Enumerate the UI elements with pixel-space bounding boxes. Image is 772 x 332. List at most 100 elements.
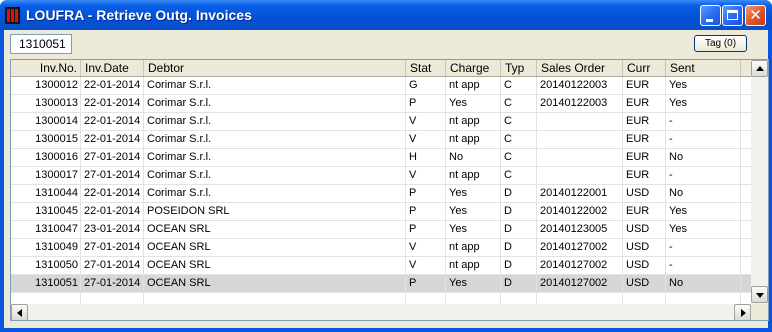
- minimize-button[interactable]: [700, 5, 721, 26]
- table-row[interactable]: 1310050 27-01-2014 OCEAN SRL Vnt app D 201401…: [11, 257, 751, 275]
- cell-charge: No: [446, 149, 501, 166]
- arrow-up-icon: [756, 66, 764, 71]
- cell-debtor: Corimar S.r.l.: [144, 77, 406, 94]
- table-row[interactable]: 1310044 22-01-2014 Corimar S.r.l. P Yes D 2014…: [11, 185, 751, 203]
- cell-debtor: OCEAN SRL: [144, 221, 406, 238]
- scroll-left-button[interactable]: [11, 304, 28, 320]
- scroll-right-button[interactable]: [734, 304, 751, 320]
- title-bar[interactable]: LOUFRA - Retrieve Outg. Invoices ✕: [0, 0, 772, 30]
- table-row[interactable]: 1300017 27-01-2014 Corimar S.r.l. Vnt app C E…: [11, 167, 751, 185]
- col-stat-header[interactable]: Stat: [406, 60, 446, 76]
- cell-curr: EUR: [623, 131, 666, 148]
- grid-header: Inv.No. Inv.Date Debtor Stat Charge Typ Sales …: [11, 60, 751, 77]
- col-charge-header[interactable]: Charge: [446, 60, 501, 76]
- app-logo-icon[interactable]: [5, 7, 20, 24]
- cell-debtor: Corimar S.r.l.: [144, 95, 406, 112]
- cell-charge: nt app: [446, 131, 501, 148]
- cell-charge: nt app: [446, 113, 501, 130]
- cell-stat: H: [406, 149, 446, 166]
- cell-curr: EUR: [623, 203, 666, 220]
- cell-inv-date: 22-01-2014: [81, 95, 144, 112]
- cell-sales-order: [537, 113, 623, 130]
- cell-inv-date: 27-01-2014: [81, 257, 144, 274]
- cell-typ: C: [501, 77, 537, 94]
- cell-stat: G: [406, 77, 446, 94]
- cell-stat: P: [406, 185, 446, 202]
- cell-curr: EUR: [623, 95, 666, 112]
- invoice-number-field[interactable]: 1310051: [10, 34, 72, 54]
- cell-sent: Yes: [666, 203, 741, 220]
- horizontal-scrollbar[interactable]: [11, 304, 751, 320]
- cell-typ: D: [501, 239, 537, 256]
- cell-debtor: Corimar S.r.l.: [144, 113, 406, 130]
- cell-charge: nt app: [446, 167, 501, 184]
- table-row[interactable]: 1310049 27-01-2014 OCEAN SRL Vnt app D 201401…: [11, 239, 751, 257]
- cell-stat: V: [406, 239, 446, 256]
- cell-inv-date: 22-01-2014: [81, 77, 144, 94]
- cell-inv-date: 22-01-2014: [81, 185, 144, 202]
- cell-sent: Yes: [666, 95, 741, 112]
- col-sent-header[interactable]: Sent: [666, 60, 741, 76]
- cell-inv-no: 1310049: [11, 239, 81, 256]
- table-row-selected[interactable]: 1310051 27-01-2014 OCEAN SRL P Yes D 201401270…: [11, 275, 751, 293]
- cell-typ: D: [501, 185, 537, 202]
- cell-inv-no: 1300015: [11, 131, 81, 148]
- table-row[interactable]: 1300012 22-01-2014 Corimar S.r.l. Gnt app C 2…: [11, 77, 751, 95]
- cell-stat: P: [406, 221, 446, 238]
- table-row[interactable]: 1300016 27-01-2014 Corimar S.r.l. H No C EUR No: [11, 149, 751, 167]
- cell-inv-no: 1300014: [11, 113, 81, 130]
- col-sales-order-header[interactable]: Sales Order: [537, 60, 623, 76]
- cell-stat: P: [406, 95, 446, 112]
- col-debtor-header[interactable]: Debtor: [144, 60, 406, 76]
- table-row[interactable]: 1310045 22-01-2014 POSEIDON SRL P Yes D 201401…: [11, 203, 751, 221]
- maximize-icon: [727, 10, 738, 20]
- cell-sales-order: [537, 131, 623, 148]
- tag-button[interactable]: Tag (0): [694, 35, 747, 52]
- col-curr-header[interactable]: Curr: [623, 60, 666, 76]
- col-inv-no-header[interactable]: Inv.No.: [11, 60, 81, 76]
- cell-stat: V: [406, 167, 446, 184]
- vertical-scrollbar[interactable]: [751, 60, 768, 304]
- cell-debtor: OCEAN SRL: [144, 257, 406, 274]
- cell-curr: EUR: [623, 167, 666, 184]
- cell-inv-no: 1300016: [11, 149, 81, 166]
- table-row[interactable]: 1300015 22-01-2014 Corimar S.r.l. Vnt app C E…: [11, 131, 751, 149]
- close-button[interactable]: ✕: [745, 5, 766, 26]
- cell-charge: nt app: [446, 257, 501, 274]
- cell-sales-order: 20140122003: [537, 95, 623, 112]
- cell-sent: No: [666, 185, 741, 202]
- cell-curr: EUR: [623, 113, 666, 130]
- cell-sent: -: [666, 239, 741, 256]
- cell-inv-no: 1300012: [11, 77, 81, 94]
- cell-inv-no: 1310045: [11, 203, 81, 220]
- cell-sent: No: [666, 149, 741, 166]
- cell-stat: V: [406, 113, 446, 130]
- cell-sales-order: 20140127002: [537, 275, 623, 292]
- cell-debtor: OCEAN SRL: [144, 239, 406, 256]
- cell-charge: Yes: [446, 221, 501, 238]
- cell-sales-order: [537, 149, 623, 166]
- cell-sent: No: [666, 275, 741, 292]
- cell-inv-no: 1310047: [11, 221, 81, 238]
- cell-typ: C: [501, 95, 537, 112]
- cell-sent: -: [666, 167, 741, 184]
- cell-inv-date: 22-01-2014: [81, 113, 144, 130]
- cell-debtor: Corimar S.r.l.: [144, 167, 406, 184]
- table-row[interactable]: 1300013 22-01-2014 Corimar S.r.l. P Yes C 2014…: [11, 95, 751, 113]
- table-row[interactable]: 1300014 22-01-2014 Corimar S.r.l. Vnt app C E…: [11, 113, 751, 131]
- cell-inv-no: 1310051: [11, 275, 81, 292]
- maximize-button[interactable]: [722, 5, 743, 26]
- col-inv-date-header[interactable]: Inv.Date: [81, 60, 144, 76]
- cell-sales-order: 20140123005: [537, 221, 623, 238]
- cell-debtor: Corimar S.r.l.: [144, 131, 406, 148]
- col-typ-header[interactable]: Typ: [501, 60, 537, 76]
- cell-inv-date: 27-01-2014: [81, 239, 144, 256]
- cell-sales-order: 20140122001: [537, 185, 623, 202]
- cell-curr: EUR: [623, 77, 666, 94]
- scroll-down-button[interactable]: [751, 286, 768, 303]
- table-row[interactable]: 1310047 23-01-2014 OCEAN SRL P Yes D 201401230…: [11, 221, 751, 239]
- scroll-up-button[interactable]: [751, 60, 768, 77]
- application-window: LOUFRA - Retrieve Outg. Invoices ✕ 13100…: [0, 0, 772, 332]
- cell-typ: D: [501, 257, 537, 274]
- cell-inv-date: 22-01-2014: [81, 131, 144, 148]
